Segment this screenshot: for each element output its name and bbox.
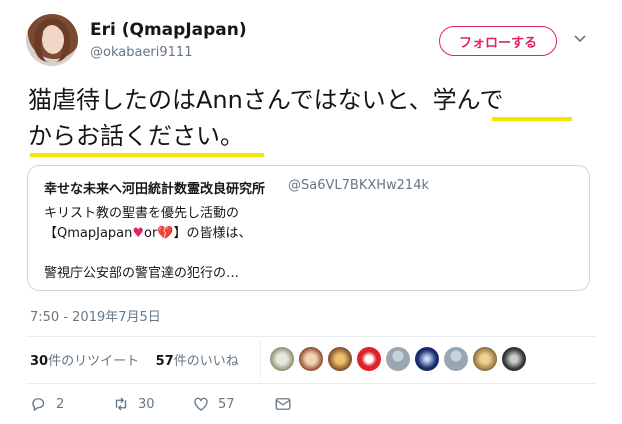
direct-message-button[interactable] — [274, 395, 300, 413]
highlight-underline-2 — [30, 153, 264, 157]
like-stat-label: 件のいいね — [173, 354, 239, 369]
tweet-actions: 2 30 57 — [30, 395, 330, 417]
avatar[interactable] — [26, 14, 78, 66]
user-name[interactable]: Eri (QmapJapan) — [90, 20, 247, 40]
like-stat-count: 57 — [155, 354, 174, 369]
tweet-text-line-2: からお話ください。 — [28, 122, 244, 150]
retweet-icon — [115, 397, 127, 411]
liker-avatar[interactable] — [299, 347, 323, 371]
broken-heart-icon: 💔 — [157, 226, 174, 241]
quoted-text-part: or — [144, 226, 158, 241]
engagement-stats: 30件のリツイート 57件のいいね — [30, 350, 239, 369]
reply-icon — [32, 398, 45, 412]
quoted-text-part: 】の皆様は、 — [173, 226, 252, 241]
liker-avatar[interactable] — [473, 347, 497, 371]
liker-avatar[interactable] — [502, 347, 526, 371]
tweet-timestamp[interactable]: 7:50 - 2019年7月5日 — [30, 306, 161, 325]
liker-avatar[interactable] — [357, 347, 381, 371]
envelope-icon — [275, 398, 291, 410]
like-stat[interactable]: 57件のいいね — [156, 354, 239, 369]
divider — [26, 336, 596, 337]
follow-button[interactable]: フォローする — [439, 26, 557, 56]
heart-icon — [194, 397, 208, 411]
quoted-text-line-3: 警視庁公安部の警官達の犯行の… — [44, 266, 240, 281]
liker-avatar[interactable] — [444, 347, 468, 371]
retweet-stat-count: 30 — [30, 354, 49, 369]
retweet-count: 30 — [138, 396, 155, 412]
reply-count: 2 — [56, 396, 65, 412]
user-handle[interactable]: @okabaeri9111 — [90, 45, 192, 60]
highlight-underline-1 — [492, 117, 572, 121]
divider — [26, 383, 596, 384]
red-heart-icon: ♥ — [132, 226, 145, 241]
liker-avatar[interactable] — [328, 347, 352, 371]
like-count: 57 — [218, 396, 235, 412]
reply-button[interactable]: 2 — [30, 395, 64, 413]
quoted-user-handle: @Sa6VL7BKXHw214k — [288, 178, 429, 193]
quoted-text-part: 【QmapJapan — [44, 226, 133, 241]
quoted-text-line-1: キリスト教の聖書を優先し活動の — [44, 206, 240, 221]
liker-avatar[interactable] — [386, 347, 410, 371]
like-button[interactable]: 57 — [192, 395, 235, 413]
retweet-button[interactable]: 30 — [112, 395, 155, 413]
quoted-user-name: 幸せな未来へ河田統計数霊改良研究所 — [44, 182, 266, 197]
quoted-text-line-2: 【QmapJapan♥or💔】の皆様は、 — [44, 222, 252, 241]
tweet-header: Eri (QmapJapan) @okabaeri9111 フォローする — [26, 14, 596, 70]
chevron-down-icon[interactable] — [574, 32, 586, 44]
retweet-stat-label: 件のリツイート — [48, 354, 140, 369]
retweet-stat[interactable]: 30件のリツイート — [30, 354, 139, 369]
liker-avatar[interactable] — [415, 347, 439, 371]
stats-separator — [260, 340, 261, 378]
tweet-text-line-1: 猫虐待したのはAnnさんではないと、学んで — [28, 86, 504, 114]
quoted-tweet[interactable]: 幸せな未来へ河田統計数霊改良研究所 @Sa6VL7BKXHw214k キリスト教… — [27, 165, 590, 291]
liker-avatar[interactable] — [270, 347, 294, 371]
